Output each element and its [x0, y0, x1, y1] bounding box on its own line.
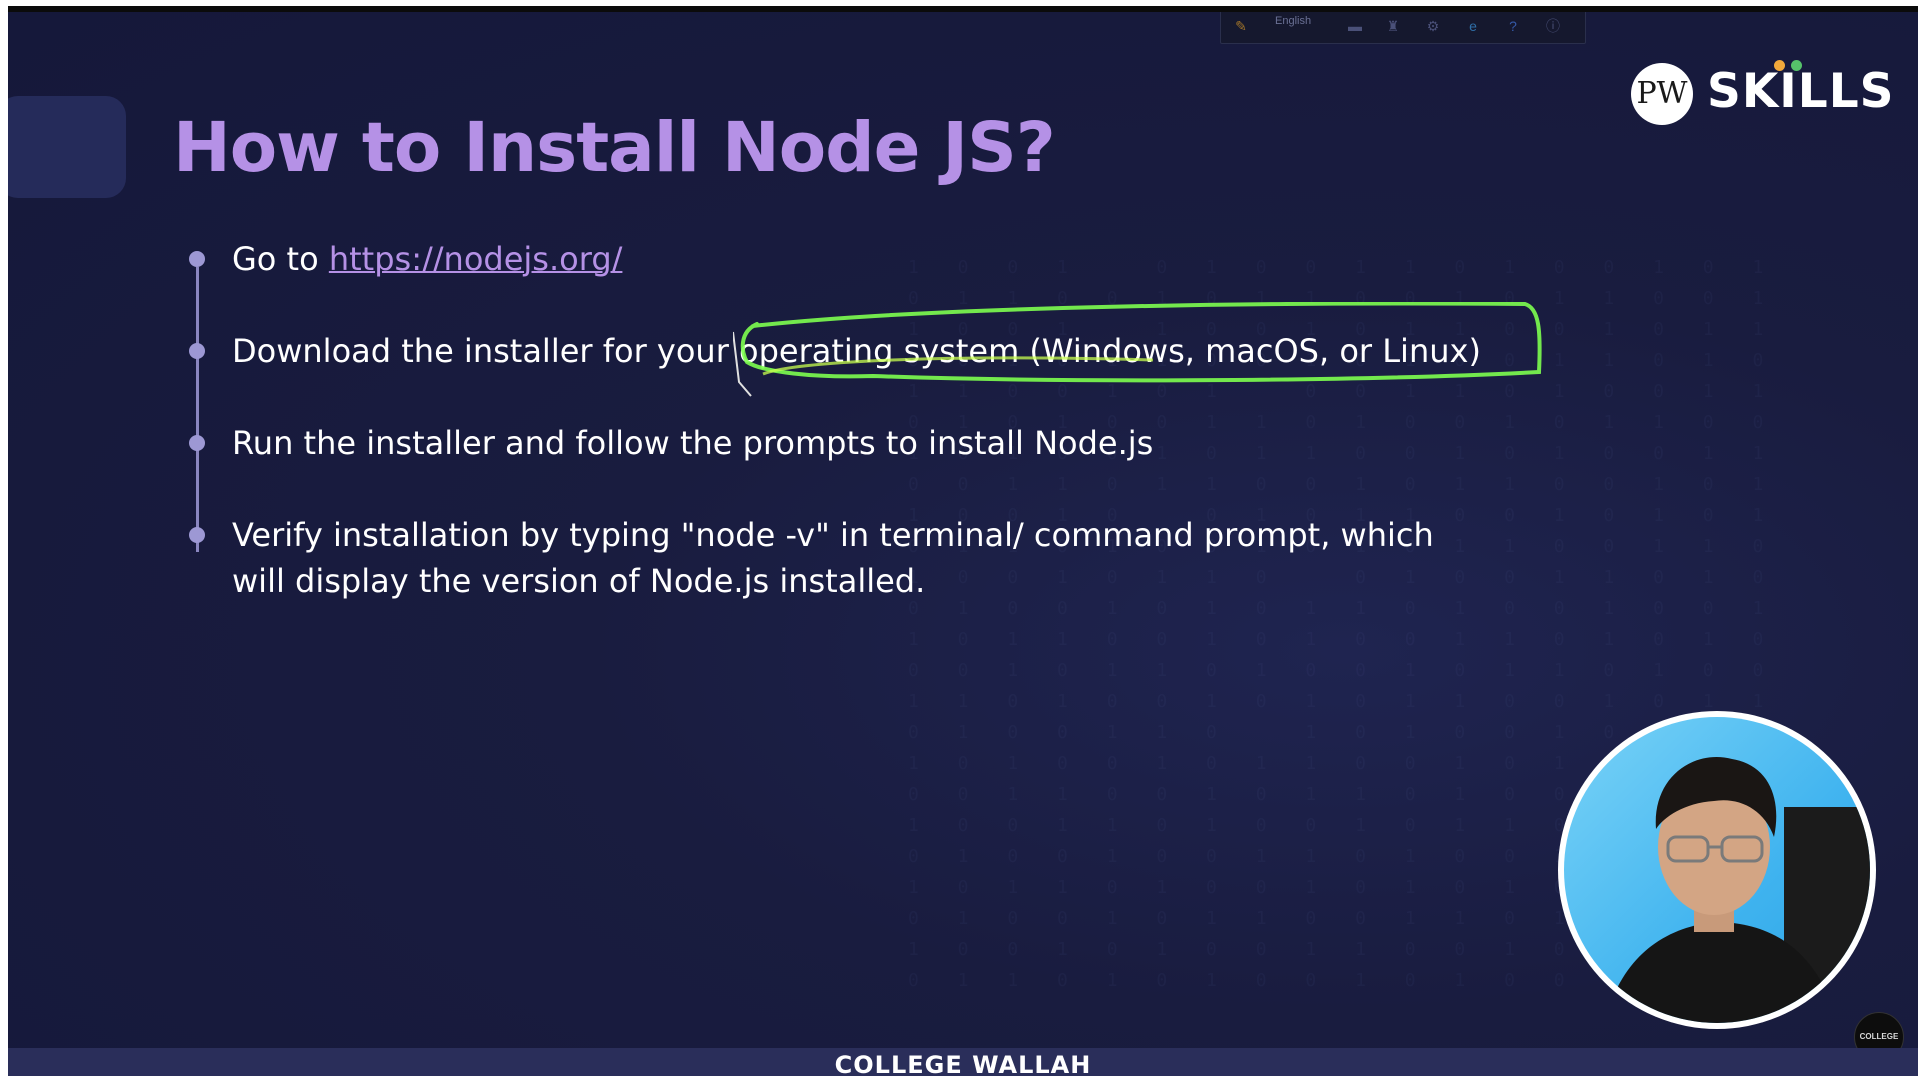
go-to-label: Go to [232, 240, 329, 278]
side-tab-decoration [8, 96, 126, 198]
logo-text: SKILLS [1707, 64, 1895, 119]
list-item-line: Verify installation by typing "node -v" … [232, 516, 1434, 554]
footer-brand: COLLEGE WALLAH [834, 1051, 1092, 1076]
settings-icon[interactable]: ⚙ [1425, 18, 1441, 34]
language-select[interactable]: English [1275, 15, 1311, 27]
bullet-dot [189, 527, 205, 543]
nodejs-link[interactable]: https://nodejs.org/ [329, 240, 623, 278]
footer-bar: COLLEGE WALLAH [8, 1048, 1918, 1076]
eraser-icon[interactable]: ♜ [1385, 18, 1401, 34]
bullet-dot [189, 435, 205, 451]
presenter-webcam [1558, 711, 1876, 1029]
slide-title: How to Install Node JS? [173, 108, 1056, 188]
list-item: Download the installer for your operatin… [232, 332, 1481, 370]
presenter-figure [1604, 756, 1870, 1023]
pen-icon[interactable]: ✎ [1233, 18, 1249, 34]
highlighter-icon[interactable]: ▬ [1347, 18, 1363, 34]
pw-logo-mark: PW [1631, 63, 1693, 125]
list-item: Verify installation by typing "node -v" … [232, 512, 1434, 604]
bullet-dot [189, 343, 205, 359]
help-icon[interactable]: ? [1505, 18, 1521, 34]
list-item: Go to https://nodejs.org/ [232, 236, 622, 282]
list-item-line: will display the version of Node.js inst… [232, 562, 926, 600]
bullet-dot [189, 251, 205, 267]
info-icon[interactable]: ⓘ [1545, 18, 1561, 34]
pw-skills-logo: PW SKILLS [1631, 56, 1894, 130]
video-frame: 1 0 0 1 0 1 0 0 1 1 0 1 0 0 1 0 1 0 1 1 … [8, 6, 1918, 1076]
bullet-timeline [196, 267, 199, 552]
annotation-toolbar: ✎ English ▬ ♜ ⚙ e ? ⓘ [1220, 12, 1586, 44]
edge-browser-icon[interactable]: e [1465, 18, 1481, 34]
presentation-slide: 1 0 0 1 0 1 0 0 1 1 0 1 0 0 1 0 1 0 1 1 … [8, 12, 1918, 1076]
list-item: Run the installer and follow the prompts… [232, 424, 1154, 462]
